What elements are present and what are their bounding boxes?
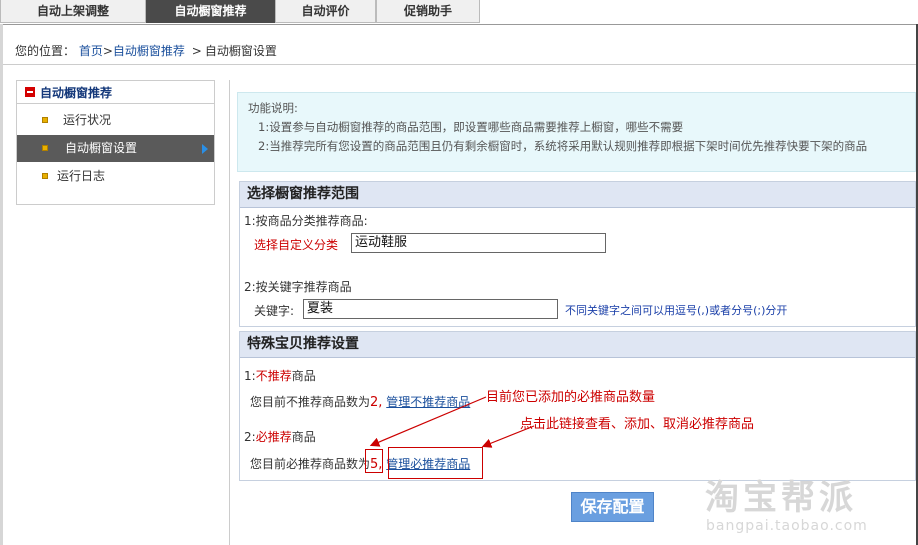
arrow-to-count bbox=[369, 396, 487, 447]
annotation-count-note: 目前您已添加的必推商品数量 bbox=[486, 390, 656, 405]
annotation-link-note: 点击此链接查看、添加、取消必推荐商品 bbox=[520, 417, 755, 432]
watermark-url: bangpai.taobao.com bbox=[706, 518, 868, 534]
annotation-arrows bbox=[369, 396, 535, 448]
taobao-bangpai-watermark: 淘宝帮派 bbox=[705, 478, 857, 518]
save-config-button[interactable]: 保存配置 bbox=[571, 492, 654, 522]
